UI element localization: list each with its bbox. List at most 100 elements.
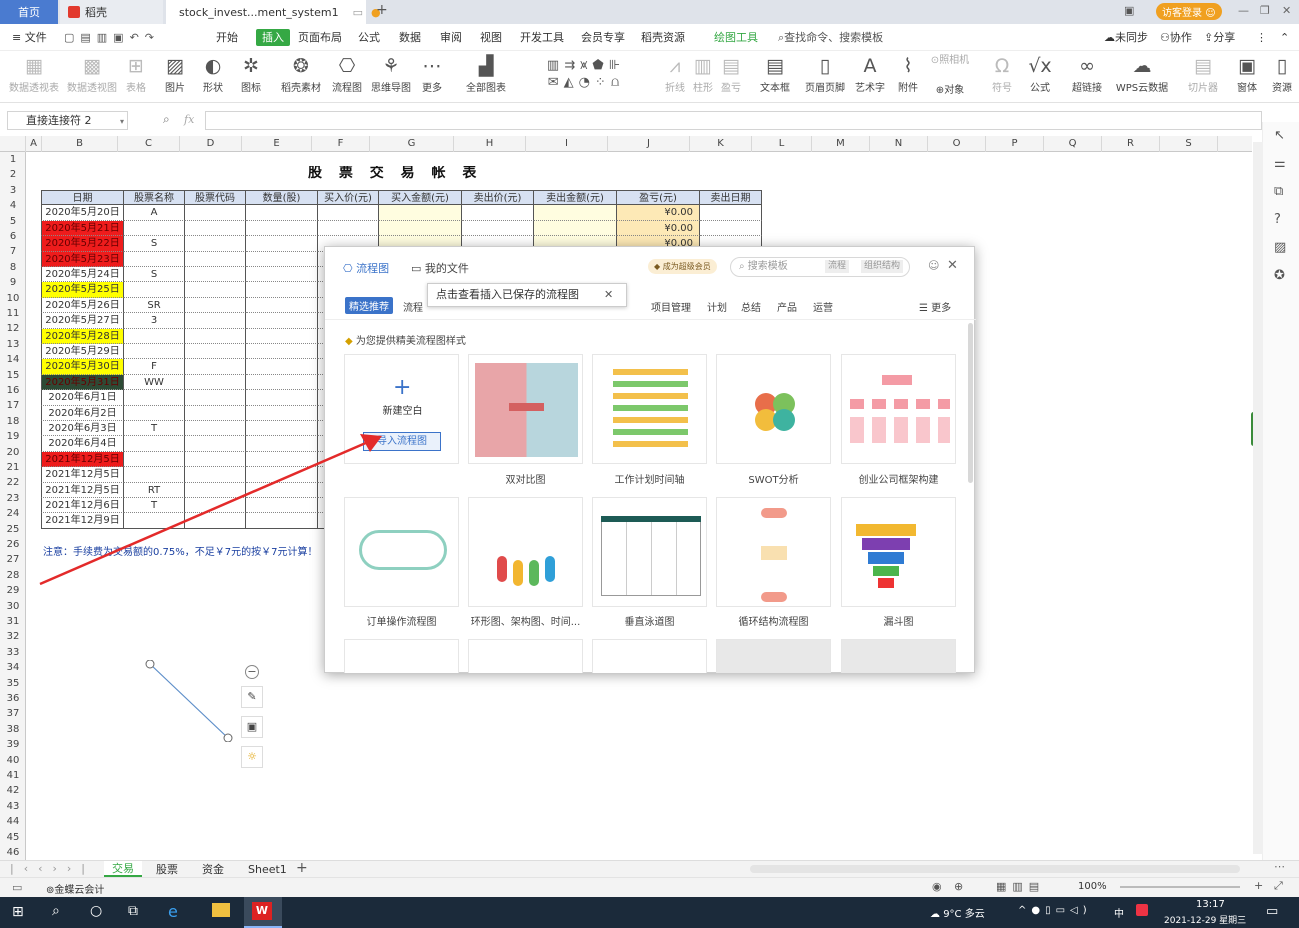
column-header[interactable]: K: [690, 136, 752, 152]
wps-taskbar-button[interactable]: W: [244, 897, 282, 928]
date-cell[interactable]: 2020年5月30日: [41, 359, 124, 375]
table-cell[interactable]: [246, 220, 318, 237]
minimize-icon[interactable]: —: [1238, 4, 1249, 17]
date-cell[interactable]: 2020年5月24日: [41, 267, 124, 283]
row-header[interactable]: 24: [0, 506, 26, 521]
stock-name-cell[interactable]: S: [124, 267, 185, 283]
stock-name-cell[interactable]: WW: [124, 374, 185, 391]
wps-cloud-data-button[interactable]: ☁ WPS云数据: [1112, 53, 1172, 94]
template-card[interactable]: [841, 497, 956, 607]
search-tag-flow[interactable]: 流程: [825, 260, 850, 273]
kingdee-link[interactable]: ⊚金蝶云会计: [46, 881, 104, 896]
docer-material-button[interactable]: ❂ 稻壳素材: [280, 53, 322, 94]
column-header[interactable]: H: [454, 136, 526, 152]
stock-name-cell[interactable]: [124, 405, 185, 421]
close-icon[interactable]: ✕: [947, 258, 958, 273]
cortana-icon[interactable]: ○: [90, 903, 102, 919]
menu-formula[interactable]: 公式: [358, 29, 380, 46]
table-cell[interactable]: [462, 205, 534, 221]
explorer-icon[interactable]: [212, 903, 230, 917]
image-icon[interactable]: ▨: [1274, 240, 1286, 255]
icon-library-button[interactable]: ✲ 图标: [234, 53, 268, 94]
category-plan[interactable]: 计划: [707, 299, 727, 314]
column-header[interactable]: F: [312, 136, 370, 152]
settings-sliders-icon[interactable]: ⚌: [1274, 156, 1286, 171]
table-cell[interactable]: [185, 267, 246, 283]
help-icon[interactable]: ?: [1274, 212, 1281, 227]
menu-view[interactable]: 视图: [480, 29, 502, 46]
table-cell[interactable]: [246, 374, 318, 391]
table-header-cell[interactable]: 盈亏(元): [617, 190, 700, 206]
row-header[interactable]: 16: [0, 383, 26, 398]
row-header[interactable]: 25: [0, 522, 26, 537]
column-header[interactable]: L: [752, 136, 812, 152]
table-cell[interactable]: [185, 282, 246, 298]
menu-page-layout[interactable]: 页面布局: [298, 29, 342, 46]
straight-connector-shape[interactable]: [144, 660, 234, 742]
table-header-cell[interactable]: 数量(股): [246, 190, 318, 206]
select-all-corner[interactable]: [0, 136, 26, 152]
eye-protection-icon[interactable]: ◉: [932, 880, 942, 893]
table-header-cell[interactable]: 股票代码: [185, 190, 246, 206]
table-header-cell[interactable]: 卖出金额(元): [534, 190, 617, 206]
sync-button[interactable]: ☁未同步: [1104, 29, 1148, 46]
date-cell[interactable]: 2020年6月2日: [41, 405, 124, 421]
row-header[interactable]: 10: [0, 291, 26, 306]
date-cell[interactable]: 2020年5月23日: [41, 251, 124, 267]
search-tag-org[interactable]: 组织结构: [861, 260, 904, 273]
stock-name-cell[interactable]: [124, 328, 185, 344]
column-header[interactable]: P: [986, 136, 1044, 152]
row-header[interactable]: 36: [0, 691, 26, 706]
table-cell[interactable]: [246, 267, 318, 283]
column-header[interactable]: I: [526, 136, 608, 152]
stock-name-cell[interactable]: [124, 344, 185, 360]
menu-developer[interactable]: 开发工具: [520, 29, 564, 46]
row-header[interactable]: 13: [0, 337, 26, 352]
object-button[interactable]: ⊕对象: [926, 81, 974, 96]
row-header[interactable]: 7: [0, 244, 26, 259]
template-card[interactable]: [716, 639, 831, 673]
add-sheet-icon[interactable]: +: [296, 860, 308, 876]
column-header[interactable]: R: [1102, 136, 1160, 152]
form-button[interactable]: ▣ 窗体: [1232, 53, 1262, 94]
table-cell[interactable]: [700, 220, 762, 237]
table-cell[interactable]: [185, 236, 246, 252]
edge-icon[interactable]: e: [168, 902, 178, 921]
row-header[interactable]: 38: [0, 722, 26, 737]
row-header[interactable]: 32: [0, 629, 26, 644]
date-cell[interactable]: 2020年5月27日: [41, 313, 124, 329]
table-cell[interactable]: [379, 205, 462, 221]
table-cell[interactable]: [246, 205, 318, 221]
connector-end-handle[interactable]: [223, 733, 233, 742]
row-header[interactable]: 39: [0, 737, 26, 752]
windows-start-icon[interactable]: ⊞: [12, 904, 24, 920]
table-header-cell[interactable]: 买入价(元): [318, 190, 379, 206]
date-cell[interactable]: 2020年5月26日: [41, 297, 124, 314]
row-header[interactable]: 12: [0, 321, 26, 336]
weather[interactable]: ☁ 9°C 多云: [930, 905, 985, 920]
status-view-icon[interactable]: ▭: [12, 881, 22, 894]
zoom-formula-icon[interactable]: ⌕: [163, 112, 170, 127]
table-cell[interactable]: [185, 405, 246, 421]
stock-name-cell[interactable]: [124, 251, 185, 267]
zoom-out-icon[interactable]: −: [245, 665, 259, 679]
equation-button[interactable]: √x 公式: [1024, 53, 1056, 94]
tab-home[interactable]: 首页: [0, 0, 58, 24]
stock-name-cell[interactable]: [124, 220, 185, 237]
category-product[interactable]: 产品: [777, 299, 797, 314]
table-cell[interactable]: [534, 220, 617, 237]
clock-time[interactable]: 13:17: [1196, 899, 1225, 910]
tray-icons[interactable]: ^●▯▭◁): [1018, 905, 1092, 916]
connector-start-handle[interactable]: [145, 660, 155, 669]
pivot-chart-button[interactable]: ▩ 数据透视图: [66, 53, 118, 94]
menu-start[interactable]: 开始: [216, 29, 238, 46]
row-header[interactable]: 45: [0, 830, 26, 845]
table-cell[interactable]: [246, 313, 318, 329]
row-header[interactable]: 8: [0, 260, 26, 275]
table-cell[interactable]: [185, 251, 246, 267]
row-header[interactable]: 34: [0, 660, 26, 675]
camera-button[interactable]: ⊙照相机: [926, 53, 974, 69]
template-card[interactable]: [344, 639, 459, 673]
table-cell[interactable]: [185, 390, 246, 406]
row-header[interactable]: 23: [0, 491, 26, 506]
